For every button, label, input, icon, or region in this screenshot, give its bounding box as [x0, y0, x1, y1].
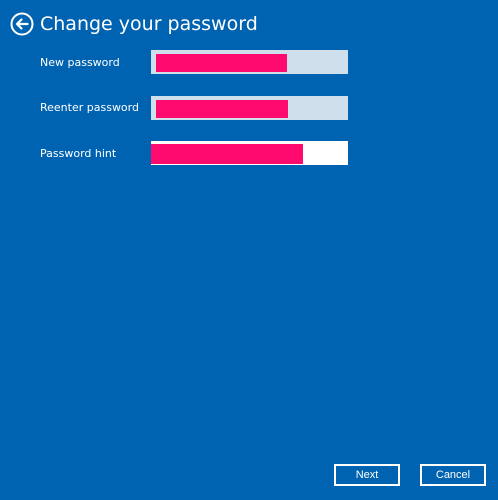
cancel-button[interactable]: Cancel: [420, 464, 486, 486]
reenter-password-label: Reenter password: [40, 101, 139, 114]
password-hint-label: Password hint: [40, 147, 117, 160]
redacted-value: [156, 54, 287, 72]
new-password-field[interactable]: [151, 50, 348, 74]
redacted-value: [151, 144, 303, 164]
reenter-password-field[interactable]: [151, 96, 348, 120]
page-title: Change your password: [40, 13, 258, 35]
password-hint-field[interactable]: [151, 141, 348, 165]
next-button[interactable]: Next: [334, 464, 400, 486]
back-arrow-icon[interactable]: [10, 12, 34, 36]
redacted-value: [156, 100, 288, 118]
header: Change your password: [10, 11, 258, 37]
new-password-label: New password: [40, 56, 120, 69]
